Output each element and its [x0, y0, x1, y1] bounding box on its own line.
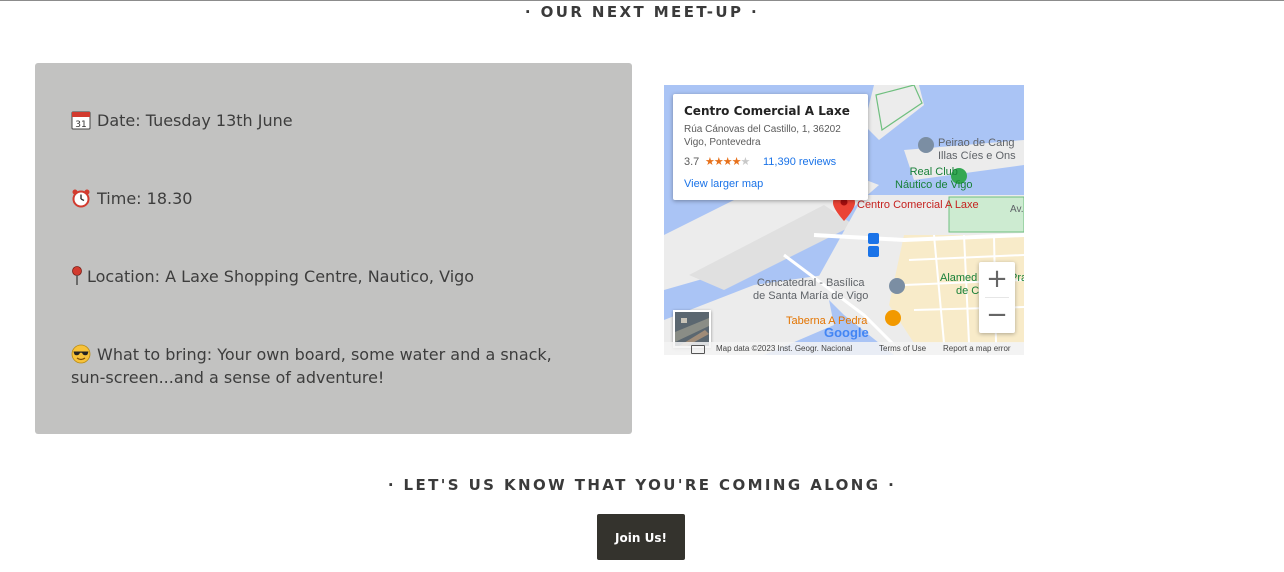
place-title: Centro Comercial A Laxe — [684, 104, 850, 118]
embedded-map[interactable]: Peirao de Cang Illas Cíes e Ons Real Club… — [664, 85, 1024, 355]
meetup-heading: · OUR NEXT MEET-UP · — [524, 3, 760, 21]
zoom-in-button[interactable]: + — [979, 262, 1015, 297]
top-divider — [0, 0, 1284, 1]
map-label-concatedral: Concatedral - Basílica de Santa María de … — [753, 277, 869, 302]
svg-text:31: 31 — [75, 120, 86, 130]
join-us-button[interactable]: Join Us! — [597, 514, 685, 560]
place-address: Rúa Cánovas del Castillo, 1, 36202 Vigo,… — [684, 124, 841, 148]
rating-stars-icon: ★★★★★ — [705, 156, 750, 168]
time-text: Time: 18.30 — [97, 189, 193, 208]
map-label-centro-comercial: Centro Comercial A Laxe — [857, 199, 979, 211]
map-label-peirao: Peirao de Cang Illas Cíes e Ons — [938, 137, 1016, 162]
map-label-alameda: Alamed de C — [940, 272, 980, 297]
map-label-real-club: Real Club Náutico de Vigo — [895, 166, 973, 191]
map-place-card: Centro Comercial A Laxe Rúa Cánovas del … — [673, 94, 868, 200]
view-larger-map-link[interactable]: View larger map — [684, 178, 763, 190]
place-reviews-link[interactable]: 11,390 reviews — [763, 156, 836, 168]
location-text: Location: A Laxe Shopping Centre, Nautic… — [87, 267, 475, 286]
map-data-attribution: Map data ©2023 Inst. Geogr. Nacional — [716, 344, 853, 353]
google-logo: Google — [824, 325, 869, 340]
report-map-error-link[interactable]: Report a map error — [943, 342, 1011, 355]
place-rating: 3.7 — [684, 156, 700, 168]
zoom-control: + − — [979, 262, 1015, 333]
cta-heading: · LET'S US KNOW THAT YOU'RE COMING ALONG… — [387, 476, 897, 494]
terms-of-use-link[interactable]: Terms of Use — [879, 342, 926, 355]
time-row: Time: 18.30 — [71, 187, 571, 210]
bring-row: What to bring: Your own board, some wate… — [71, 343, 571, 389]
bring-text: What to bring: Your own board, some wate… — [71, 345, 552, 387]
keyboard-shortcuts-icon[interactable] — [691, 345, 705, 354]
alarm-clock-icon — [71, 188, 91, 208]
sunglasses-face-icon — [71, 344, 91, 364]
date-text: Date: Tuesday 13th June — [97, 111, 293, 130]
calendar-icon: 31 — [71, 110, 91, 130]
map-attribution-bar: Map data ©2023 Inst. Geogr. Nacional Ter… — [664, 342, 1024, 355]
meetup-info-panel: 31 Date: Tuesday 13th June Time: 18.30 L… — [35, 63, 632, 434]
pushpin-icon — [71, 266, 83, 286]
zoom-out-button[interactable]: − — [979, 298, 1015, 333]
date-row: 31 Date: Tuesday 13th June — [71, 109, 571, 132]
map-label-av: Av. — [1010, 204, 1024, 215]
location-row: Location: A Laxe Shopping Centre, Nautic… — [71, 265, 571, 288]
